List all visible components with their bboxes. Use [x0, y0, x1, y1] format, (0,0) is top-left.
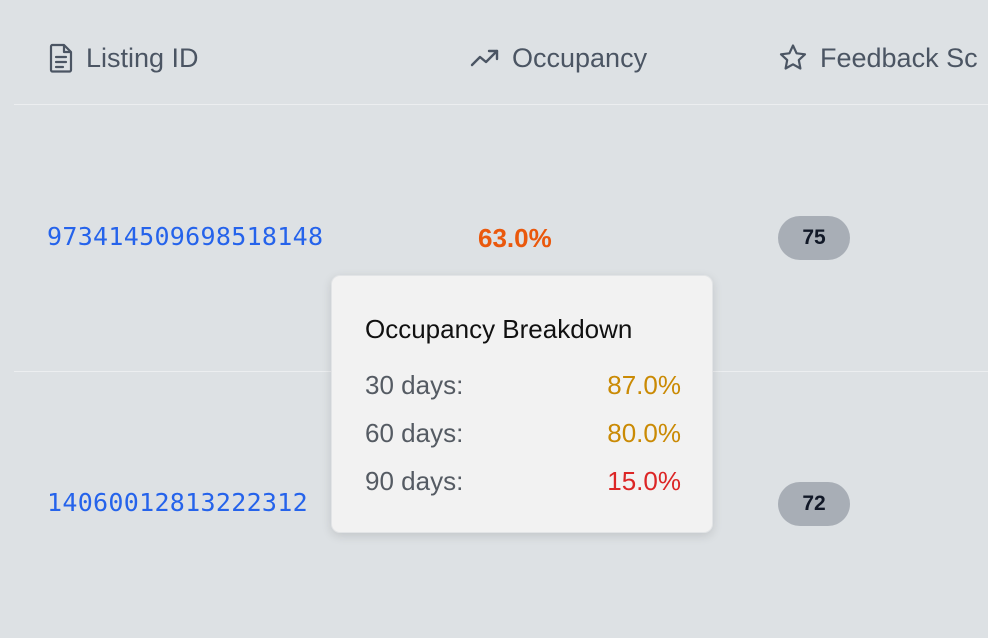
listing-id-link[interactable]: 14060012813222312 — [47, 488, 308, 517]
tooltip-row-value: 80.0% — [607, 417, 681, 448]
tooltip-row-label: 90 days: — [365, 465, 464, 496]
listing-id-link[interactable]: 973414509698518148 — [47, 222, 323, 251]
tooltip-row-value: 87.0% — [607, 369, 681, 400]
occupancy-breakdown-tooltip: Occupancy Breakdown 30 days: 87.0% 60 da… — [331, 275, 713, 533]
table-header: Listing ID Occupancy Feedback Sc — [14, 0, 988, 105]
star-icon — [779, 44, 807, 70]
occupancy-value[interactable]: 63.0% — [478, 223, 552, 254]
score-badge: 72 — [778, 482, 850, 526]
column-header-label: Feedback Sc — [820, 42, 978, 73]
column-header-label: Listing ID — [86, 42, 199, 73]
tooltip-row-30-days: 30 days: 87.0% — [365, 367, 681, 403]
document-icon — [49, 43, 73, 73]
tooltip-row-label: 30 days: — [365, 369, 464, 400]
column-header-occupancy[interactable]: Occupancy — [470, 38, 647, 78]
tooltip-row-label: 60 days: — [365, 417, 464, 448]
score-badge: 75 — [778, 216, 850, 260]
trending-up-icon — [470, 49, 499, 67]
score-badge-value: 75 — [802, 226, 826, 249]
score-badge-value: 72 — [802, 492, 826, 515]
tooltip-row-60-days: 60 days: 80.0% — [365, 415, 681, 451]
tooltip-title: Occupancy Breakdown — [365, 314, 633, 344]
tooltip-row-value: 15.0% — [607, 465, 681, 496]
column-header-label: Occupancy — [512, 42, 648, 73]
tooltip-row-90-days: 90 days: 15.0% — [365, 463, 681, 499]
column-header-listing-id[interactable]: Listing ID — [48, 38, 199, 78]
column-header-feedback-score[interactable]: Feedback Sc — [778, 38, 978, 78]
